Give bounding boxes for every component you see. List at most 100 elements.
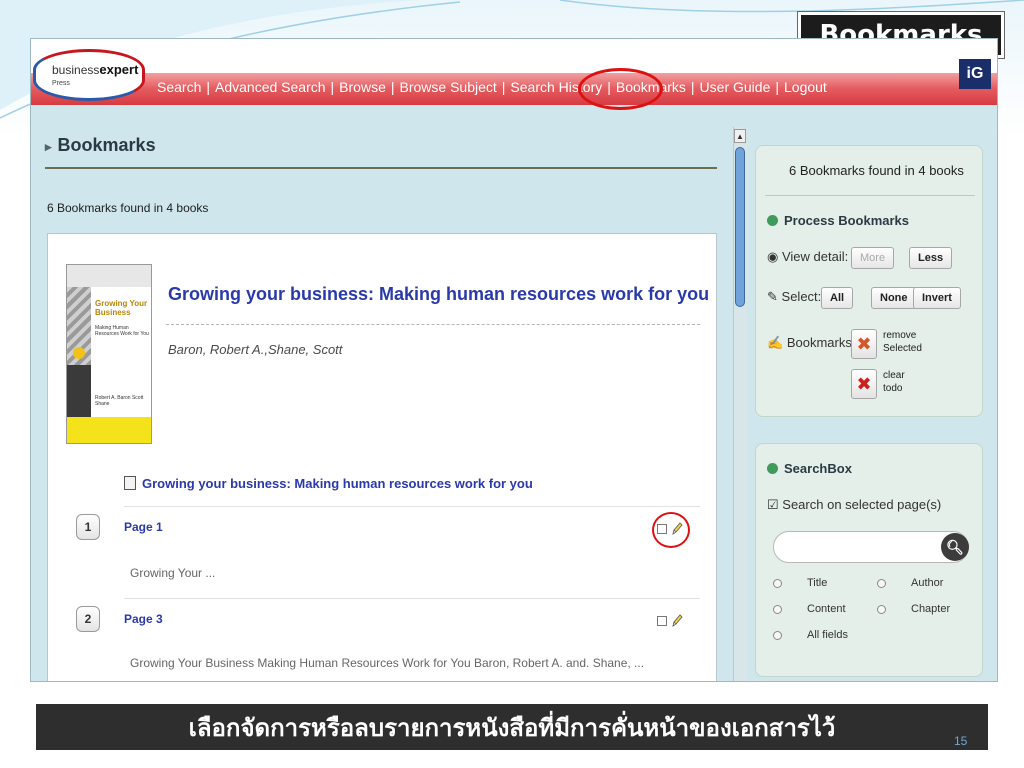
nav-separator: | [501,79,506,95]
nav-links: Search | Advanced Search | Browse | Browse Sub… [157,79,827,95]
cover-yellow-band [67,417,151,443]
sidebar-divider [765,195,975,196]
radio-chapter[interactable] [877,605,886,614]
cover-dark-block [67,365,91,421]
select-invert-button[interactable]: Invert [913,287,961,309]
nav-browse-subject[interactable]: Browse Subject [400,79,497,95]
title-divider [166,324,700,325]
page-title-text: Bookmarks [57,135,156,155]
bookmarks-found-text: 6 Bookmarks found in 4 books [47,201,209,215]
edit-highlight-circle [652,512,690,548]
view-detail-label-text: View detail: [781,249,849,264]
close-icon: ✖ [856,373,872,394]
process-bookmarks-heading: Process Bookmarks [767,213,909,228]
row-divider [124,598,700,599]
logo-expert-text: expert [99,62,139,77]
search-input[interactable] [773,531,969,563]
nav-browse[interactable]: Browse [339,79,386,95]
process-bookmarks-heading-text: Process Bookmarks [784,213,910,228]
view-detail-label: ◉ View detail: [767,249,848,265]
bookmark-page-link[interactable]: Page 3 [124,612,163,626]
bookmark-snippet: Growing Your Business Making Human Resou… [130,656,645,670]
select-none-button[interactable]: None [871,287,917,309]
nav-separator: | [690,79,695,95]
more-button[interactable]: More [851,247,895,269]
radio-title-label: Title [807,577,828,589]
nav-separator: | [206,79,210,95]
cover-title: Growing Your Business [95,299,148,317]
bookmarks-label: ✍ Bookmarks: [767,335,855,351]
scroll-up-arrow-icon[interactable]: ▲ [734,129,746,143]
document-icon [124,476,136,490]
section-bullet-icon [767,215,778,226]
nav-separator: | [330,79,335,95]
book-cover-image[interactable]: Growing Your Business Making Human Resou… [66,264,152,444]
bookmarks-highlight-circle [578,68,663,110]
radio-author-label: Author [911,577,944,589]
bookmark-number-badge: 1 [76,514,100,540]
radio-author[interactable] [877,579,886,588]
screenshot-frame: businessexpert Press Search | Advanced Sea… [30,38,998,682]
cover-subtitle: Making Human Resources Work for You [95,325,149,337]
nav-user-guide[interactable]: User Guide [700,79,771,95]
searchbox-heading: SearchBox [767,461,852,476]
search-icon[interactable]: 🔍︎ [941,533,969,561]
note-icon: ✍ [767,335,784,350]
row-divider [124,506,700,507]
heading-divider [45,167,717,169]
heading-arrow-icon: ▸ [45,139,52,154]
less-button[interactable]: Less [909,247,953,269]
bookmark-checkbox[interactable] [657,616,667,626]
nav-advanced-search[interactable]: Advanced Search [215,79,326,95]
remove-label-line1: remove [883,330,917,341]
slide-caption-text: เลือกจัดการหรือลบรายการหนังสือที่มีการคั… [188,713,836,742]
select-label-text: Select: [781,289,822,304]
clear-label-line1: clear [883,370,905,381]
clear-todo-button[interactable]: ✖ [851,369,877,399]
bookmark-page-link[interactable]: Page 1 [124,520,163,534]
bookmark-number-badge: 2 [76,606,100,632]
select-all-button[interactable]: All [821,287,854,309]
cover-header [67,265,151,287]
radio-chapter-label: Chapter [911,603,951,615]
radio-content[interactable] [773,605,782,614]
radio-title[interactable] [773,579,782,588]
radio-all-fields-label: All fields [807,629,848,641]
remove-label-line2: Selected [883,343,922,354]
book-title-link[interactable]: Growing your business: Making human reso… [168,284,709,305]
sidebar-bookmark-count: 6 Bookmarks found in 4 books [789,163,964,178]
logo-business-text: business [52,63,100,77]
page-title: ▸ Bookmarks [45,135,156,156]
radio-content-label: Content [807,603,846,615]
chapter-heading[interactable]: Growing your business: Making human reso… [124,476,533,491]
book-panel: Growing Your Business Making Human Resou… [47,233,717,681]
nav-separator: | [775,79,779,95]
remove-selected-label: remove Selected [883,329,922,355]
nav-separator: | [390,79,395,95]
edit-note-icon[interactable] [671,614,683,628]
slide-caption: เลือกจัดการหรือลบรายการหนังสือที่มีการคั… [36,704,988,750]
search-selected-option[interactable]: ☑ Search on selected page(s) [767,497,941,513]
section-bullet-icon [767,463,778,474]
business-expert-logo[interactable]: businessexpert Press [33,49,145,101]
ig-logo: iG [959,59,991,89]
checkbox-checked-icon[interactable]: ☑ [767,497,779,512]
remove-bookmark-icon: ✖ [856,333,872,354]
nav-search[interactable]: Search [157,79,201,95]
scrollbar-thumb[interactable] [735,147,745,307]
radio-all-fields[interactable] [773,631,782,640]
logo-press-text: Press [52,80,70,87]
clear-todo-label: clear todo [883,369,905,395]
nav-logout[interactable]: Logout [784,79,827,95]
bookmark-snippet: Growing Your ... [130,566,216,580]
cover-authors: Robert A. Baron Scott Shane [95,395,144,407]
bookmarks-label-text: Bookmarks: [786,335,856,350]
remove-selected-button[interactable]: ✖ [851,329,877,359]
searchbox-heading-text: SearchBox [784,461,852,476]
pin-icon: ✎ [767,289,778,304]
select-label: ✎ Select: [767,289,821,305]
slide-page-number: 15 [954,734,968,748]
search-selected-label: Search on selected page(s) [782,497,942,512]
header-top [31,39,997,73]
chapter-heading-text: Growing your business: Making human reso… [142,476,533,491]
